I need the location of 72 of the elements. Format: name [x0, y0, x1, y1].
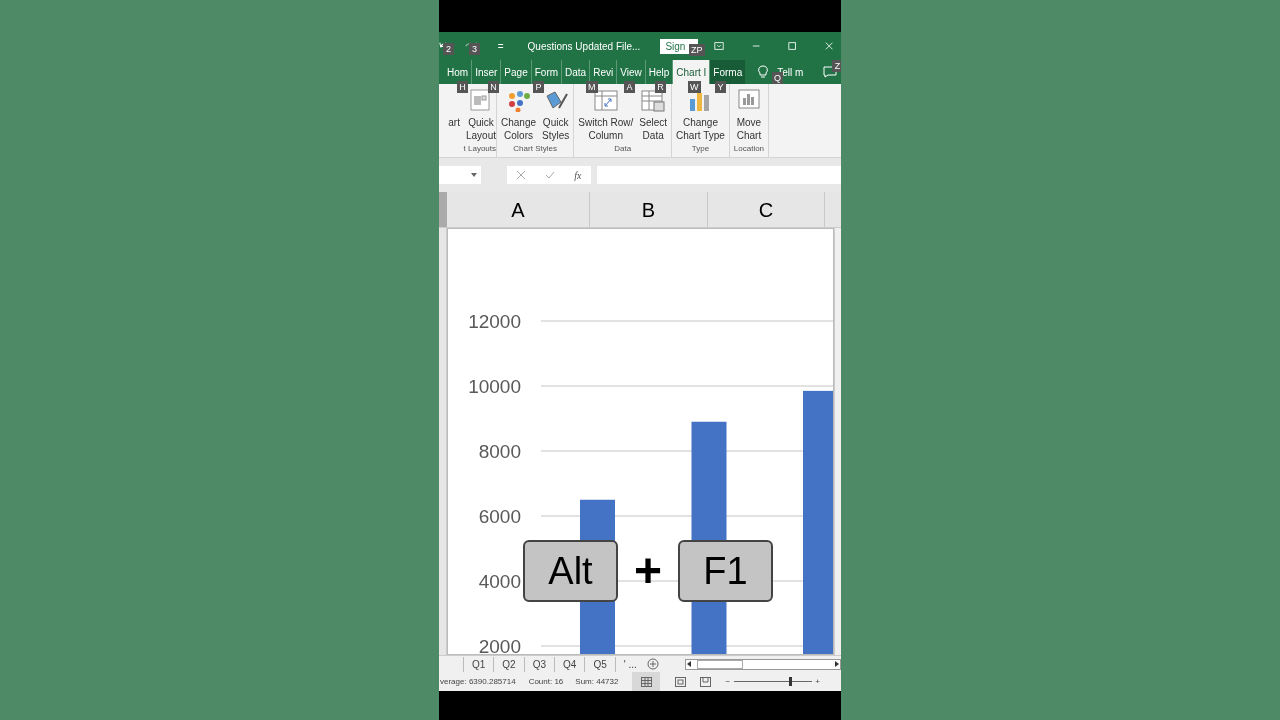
ribbon-tab[interactable]: Forma [709, 60, 746, 84]
keytip-tooltip: R [655, 81, 666, 93]
close-icon[interactable] [824, 41, 833, 51]
column-header[interactable]: A [447, 192, 590, 227]
status-sum: Sum: 44732 [575, 675, 619, 688]
sheet-tab[interactable]: Q3 [523, 656, 555, 672]
keyboard-key: F1 [678, 540, 774, 602]
keytip-tooltip: H [457, 81, 468, 93]
group-label: Location [733, 143, 765, 155]
horizontal-scrollbar[interactable] [684, 658, 841, 670]
ribbon-tab[interactable]: Chart I [672, 60, 710, 84]
ribbon-button[interactable]: art [448, 88, 460, 143]
axis-label: 6000 [478, 506, 521, 527]
chart-icon[interactable] [735, 88, 762, 112]
zoom-in-button[interactable]: + [815, 675, 820, 688]
ribbon-button[interactable]: Quick Styles [542, 88, 570, 143]
plus-sign: + [633, 547, 664, 595]
keytip-tooltip: Y [715, 81, 726, 93]
axis-label: 4000 [478, 571, 521, 592]
formula-input-field[interactable] [597, 166, 841, 184]
keytip-tooltip: Z [832, 60, 841, 72]
scroll-right-icon[interactable] [833, 661, 840, 667]
insert-function-button[interactable]: fx [574, 167, 582, 183]
axis-label: 12000 [468, 311, 521, 332]
scroll-left-icon[interactable] [685, 661, 692, 667]
add-sheet-icon[interactable] [646, 658, 659, 670]
ribbon-tab[interactable]: Hom [439, 60, 472, 84]
page-break-icon[interactable] [700, 676, 712, 687]
group-label: Type [691, 143, 710, 155]
keyboard-key: Alt [523, 540, 618, 602]
keytip-tooltip: M [586, 81, 598, 93]
maximize-icon[interactable] [788, 41, 797, 51]
sheet-tab[interactable]: Q2 [493, 656, 524, 672]
ribbon-display-icon[interactable] [713, 41, 724, 51]
window-title: Questions Updated File... [527, 39, 641, 54]
sheet-tab[interactable]: Q4 [554, 656, 585, 672]
bar[interactable] [803, 390, 834, 655]
axis-label: 2000 [478, 636, 521, 655]
ribbon-button[interactable]: Move Chart [735, 88, 762, 143]
keytip-tooltip: A [624, 81, 635, 93]
keytip-tooltip: ZP [689, 44, 705, 56]
scrollbar-thumb[interactable] [696, 659, 743, 669]
column-header[interactable]: B [590, 192, 708, 227]
sheet-tab[interactable]: Q1 [463, 656, 494, 672]
slider-thumb[interactable] [789, 677, 793, 686]
group-label: Chart Styles [513, 143, 557, 155]
normal-view-button[interactable] [632, 672, 661, 691]
keytip-tooltip: P [533, 81, 544, 93]
zoom-out-button[interactable]: − [725, 675, 731, 688]
column-header[interactable]: C [708, 192, 825, 227]
axis-label: 10000 [468, 376, 521, 397]
keytip-tooltip: 2 [443, 43, 454, 55]
check-icon[interactable] [545, 170, 556, 180]
page-layout-icon[interactable] [675, 676, 687, 687]
customize-toolbar-icon[interactable]: = [497, 38, 504, 54]
group-label: t Layouts [463, 143, 496, 155]
vertical-scrollbar[interactable] [834, 228, 841, 655]
status-count: Count: 16 [528, 675, 564, 688]
sheet-tab[interactable]: Q5 [584, 656, 615, 672]
axis-label: 8000 [478, 441, 521, 462]
lightbulb-icon[interactable] [757, 65, 770, 79]
dropdown-icon[interactable] [471, 173, 477, 177]
group-label: Data [614, 143, 632, 155]
cancel-icon[interactable] [516, 170, 527, 180]
status-average: verage: 6390.285714 [440, 675, 516, 688]
grid-icon[interactable] [640, 676, 652, 687]
sheet-tab[interactable]: ' ... [614, 656, 645, 672]
table-icon[interactable] [640, 88, 667, 112]
keytip-tooltip: W [688, 81, 701, 93]
keytip-tooltip: 3 [469, 43, 480, 55]
keytip-tooltip: N [488, 81, 499, 93]
table-arrows-icon[interactable] [592, 88, 619, 112]
